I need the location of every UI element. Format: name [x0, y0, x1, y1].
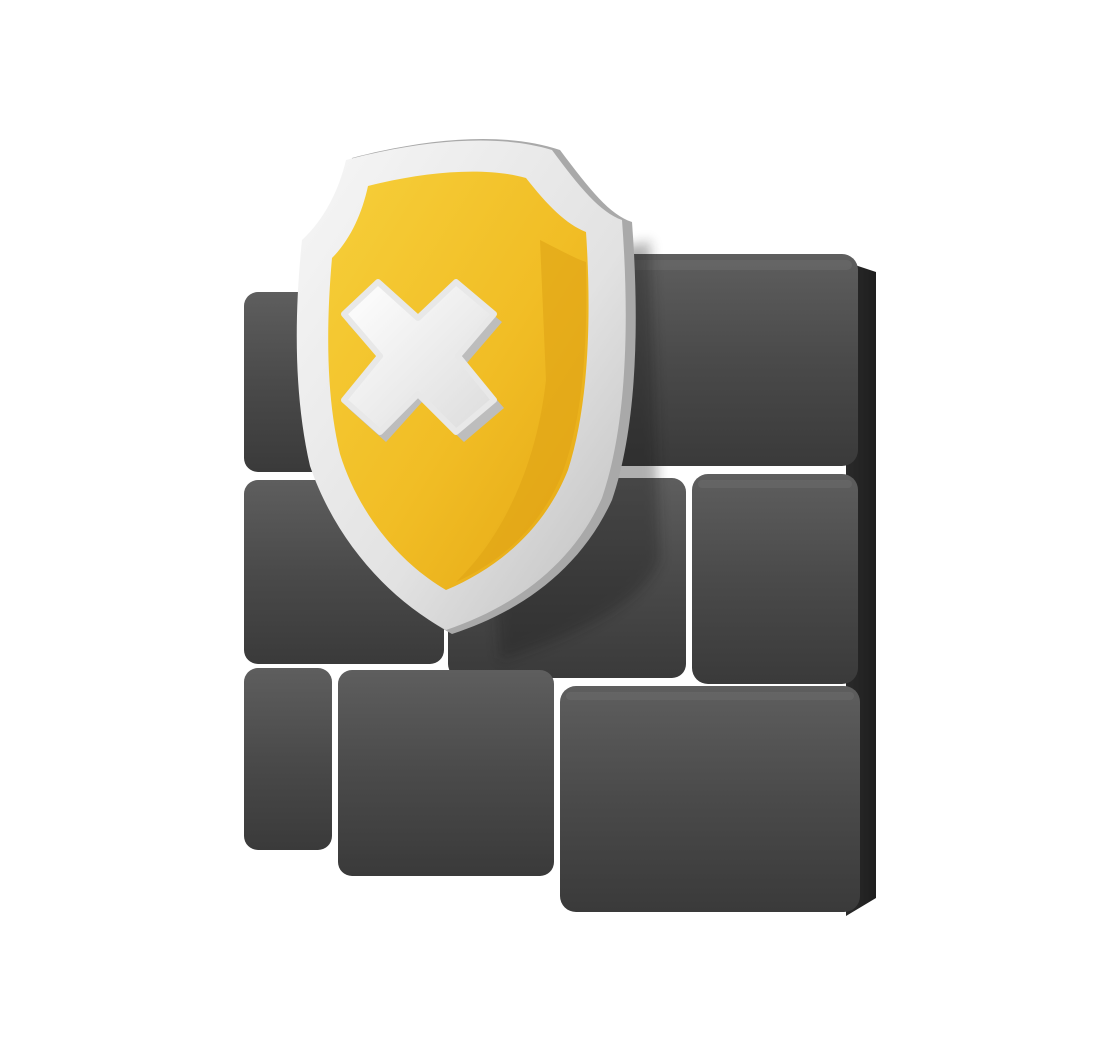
illustration-canvas — [0, 0, 1100, 1064]
brick-highlight — [566, 692, 854, 700]
brick-row3-left — [244, 668, 332, 850]
brick-row3-right — [560, 686, 860, 912]
brick-row2-right — [692, 474, 858, 684]
brick-highlight — [698, 480, 852, 488]
firewall-illustration — [244, 138, 876, 916]
brick-row3-middle — [338, 670, 554, 876]
